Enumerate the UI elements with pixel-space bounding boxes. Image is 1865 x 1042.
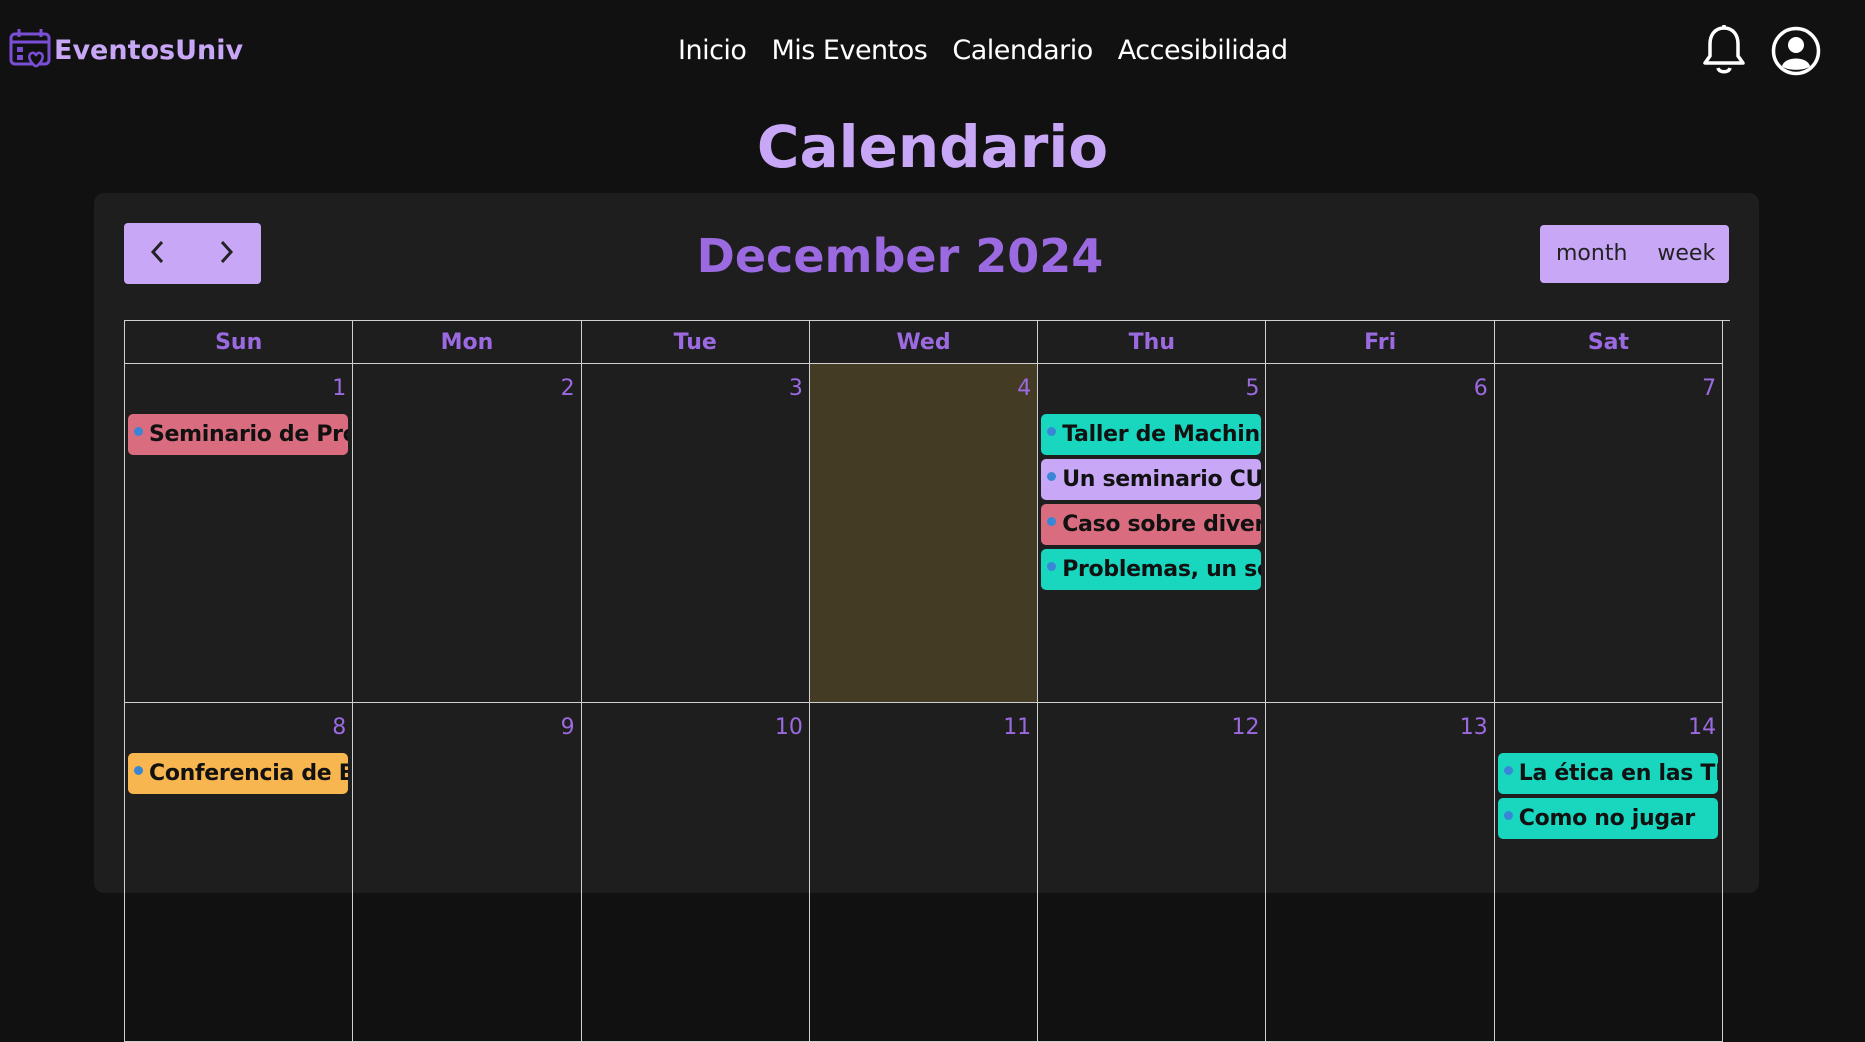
day-number[interactable]: 5	[1245, 376, 1259, 401]
day-number[interactable]: 4	[1017, 376, 1031, 401]
event-title: Conferencia de Big Data	[149, 761, 348, 786]
day-cell-4[interactable]: 4	[809, 364, 1039, 703]
day-number[interactable]: 9	[561, 715, 575, 740]
event-title: Seminario de Programación	[149, 422, 348, 447]
calendar-event[interactable]: Taller de Machine Learning	[1041, 414, 1262, 455]
weekday-header: Sun Mon Tue Wed Thu Fri Sat	[125, 321, 1730, 364]
brand[interactable]: EventosUniv	[8, 28, 243, 72]
event-dot-icon	[1047, 562, 1057, 571]
calendar-month-title: December 2024	[696, 229, 1104, 283]
view-week-button[interactable]: week	[1641, 225, 1731, 283]
weekday-fri: Fri	[1266, 321, 1495, 364]
next-month-button[interactable]	[192, 223, 260, 284]
calendar-event[interactable]: Un seminario CUalquiera	[1041, 459, 1262, 500]
day-number[interactable]: 13	[1460, 715, 1488, 740]
day-cell-3[interactable]: 3	[581, 364, 810, 703]
chevron-left-icon	[148, 239, 168, 269]
chevron-right-icon	[216, 239, 236, 269]
bell-icon[interactable]	[1700, 24, 1748, 80]
event-list: Conferencia de Big Data	[128, 753, 348, 794]
nav-link-inicio[interactable]: Inicio	[678, 35, 747, 66]
event-title: Como no jugar	[1518, 806, 1695, 831]
user-circle-icon[interactable]	[1771, 26, 1821, 80]
week-row: 1 Seminario de Programación 2 3 4 5 Taller de …	[125, 364, 1730, 703]
event-list: Taller de Machine Learning Un seminario C…	[1041, 414, 1262, 590]
day-cell-14[interactable]: 14 La ética en las TIC Como no jugar	[1494, 703, 1724, 1042]
day-cell-12[interactable]: 12	[1038, 703, 1267, 1042]
day-cell-8[interactable]: 8 Conferencia de Big Data	[125, 703, 354, 1042]
event-dot-icon	[1047, 427, 1057, 436]
day-number[interactable]: 1	[332, 376, 346, 401]
weekday-mon: Mon	[353, 321, 582, 364]
calendar-event[interactable]: Como no jugar	[1497, 798, 1718, 839]
weekday-wed: Wed	[809, 321, 1039, 364]
weekday-thu: Thu	[1038, 321, 1267, 364]
calendar-event[interactable]: Problemas, un solo camino	[1041, 549, 1262, 590]
day-number[interactable]: 2	[561, 376, 575, 401]
event-title: La ética en las TIC	[1518, 761, 1718, 786]
weekday-sun: Sun	[125, 321, 354, 364]
day-number[interactable]: 14	[1688, 715, 1716, 740]
event-dot-icon	[134, 427, 143, 436]
page-title: Calendario	[756, 113, 1109, 181]
calendar-nav-buttons	[124, 223, 261, 284]
main-menu: Inicio Mis Eventos Calendario Accesibili…	[678, 30, 1288, 70]
day-number[interactable]: 10	[775, 715, 803, 740]
brand-name: EventosUniv	[54, 34, 244, 66]
weekday-tue: Tue	[581, 321, 810, 364]
weekday-sat: Sat	[1494, 321, 1724, 364]
nav-link-mis-eventos[interactable]: Mis Eventos	[771, 35, 927, 66]
day-cell-10[interactable]: 10	[581, 703, 810, 1042]
event-title: Taller de Machine Learning	[1062, 422, 1261, 447]
event-title: Un seminario CUalquiera	[1062, 467, 1262, 492]
calendar-event[interactable]: La ética en las TIC	[1497, 753, 1718, 794]
event-dot-icon	[1047, 517, 1057, 526]
day-cell-6[interactable]: 6	[1266, 364, 1495, 703]
view-month-button[interactable]: month	[1540, 225, 1641, 283]
day-cell-7[interactable]: 7	[1494, 364, 1724, 703]
day-cell-1[interactable]: 1 Seminario de Programación	[125, 364, 354, 703]
day-cell-11[interactable]: 11	[809, 703, 1039, 1042]
event-title: Caso sobre diversidad	[1062, 512, 1262, 537]
prev-month-button[interactable]	[124, 223, 192, 284]
calendar-event[interactable]: Caso sobre diversidad	[1041, 504, 1262, 545]
day-cell-13[interactable]: 13	[1266, 703, 1495, 1042]
week-row: 8 Conferencia de Big Data 9 10 11 12 13 14 La ét…	[125, 703, 1730, 1042]
day-number[interactable]: 7	[1702, 376, 1716, 401]
event-dot-icon	[134, 766, 143, 775]
day-cell-2[interactable]: 2	[353, 364, 582, 703]
day-number[interactable]: 11	[1003, 715, 1031, 740]
calendar-event[interactable]: Conferencia de Big Data	[128, 753, 348, 794]
nav-link-calendario[interactable]: Calendario	[952, 35, 1093, 66]
calendar-heart-icon	[8, 26, 52, 74]
event-dot-icon	[1503, 811, 1513, 820]
event-list: La ética en las TIC Como no jugar	[1497, 753, 1718, 839]
calendar-event[interactable]: Seminario de Programación	[128, 414, 348, 455]
day-number[interactable]: 12	[1231, 715, 1259, 740]
event-title: Problemas, un solo camino	[1062, 557, 1261, 582]
day-number[interactable]: 3	[789, 376, 803, 401]
day-number[interactable]: 6	[1474, 376, 1488, 401]
nav-link-accesibilidad[interactable]: Accesibilidad	[1118, 35, 1288, 66]
top-navbar: EventosUniv Inicio Mis Eventos Calendari…	[0, 0, 1865, 100]
calendar-grid: SunMonTueWedThuFriSat 1 Seminario de Prog…	[124, 320, 1730, 1042]
day-cell-5[interactable]: 5 Taller de Machine Learning Un seminario …	[1038, 364, 1267, 703]
event-dot-icon	[1047, 472, 1057, 481]
event-list: Seminario de Programación	[128, 414, 348, 455]
day-number[interactable]: 8	[332, 715, 346, 740]
day-cell-9[interactable]: 9	[353, 703, 582, 1042]
event-dot-icon	[1503, 766, 1513, 775]
view-switcher: month week	[1540, 225, 1729, 283]
